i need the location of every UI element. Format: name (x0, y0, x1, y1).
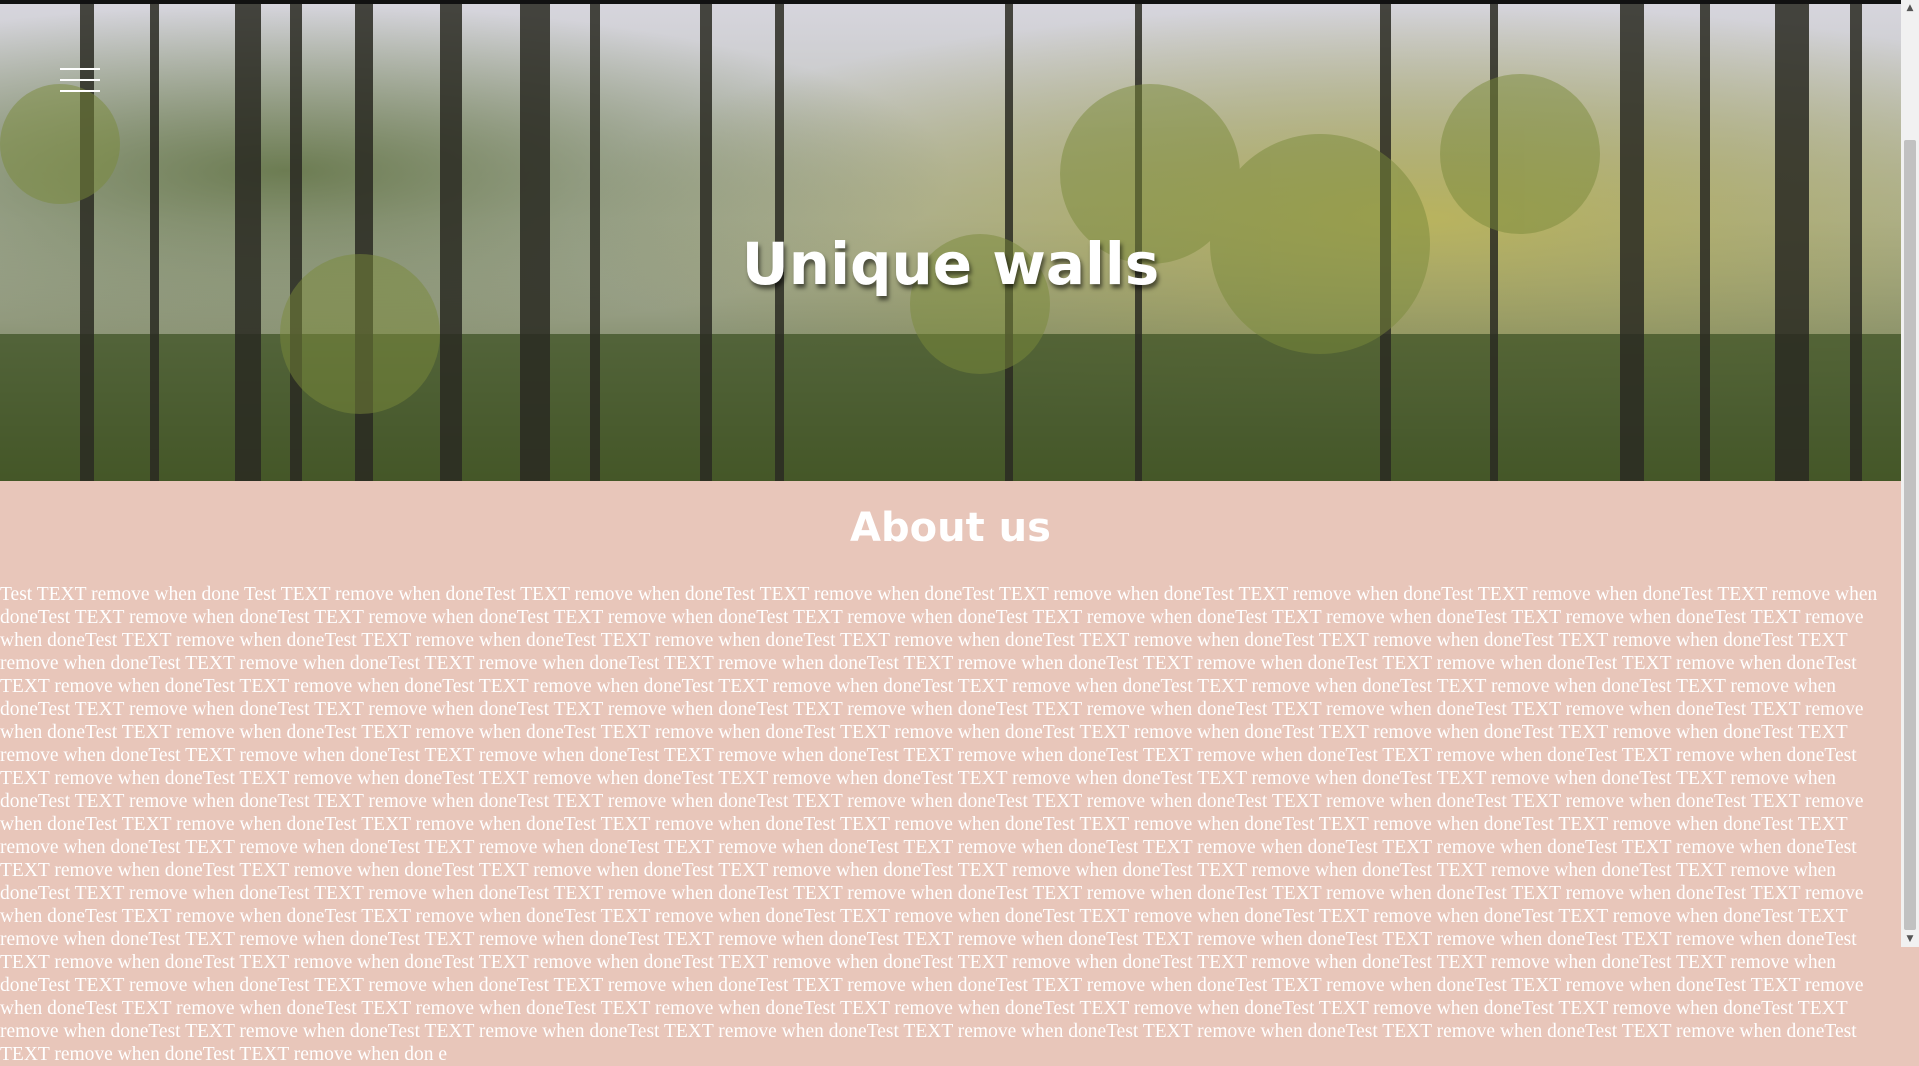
about-section: About us Test TEXT remove when done Test… (0, 481, 1901, 1065)
vertical-scrollbar[interactable]: ▲ ▼ (1901, 0, 1919, 947)
scroll-up-arrow-icon[interactable]: ▲ (1901, 0, 1919, 16)
about-body-text: Test TEXT remove when done Test TEXT rem… (0, 584, 1878, 1065)
hamburger-menu-icon[interactable] (60, 68, 100, 94)
about-heading: About us (850, 505, 1051, 551)
hero-banner: Unique walls (0, 4, 1901, 481)
scroll-down-arrow-icon[interactable]: ▼ (1901, 931, 1919, 947)
hero-title: Unique walls (741, 230, 1160, 298)
scrollbar-thumb[interactable] (1904, 140, 1916, 930)
